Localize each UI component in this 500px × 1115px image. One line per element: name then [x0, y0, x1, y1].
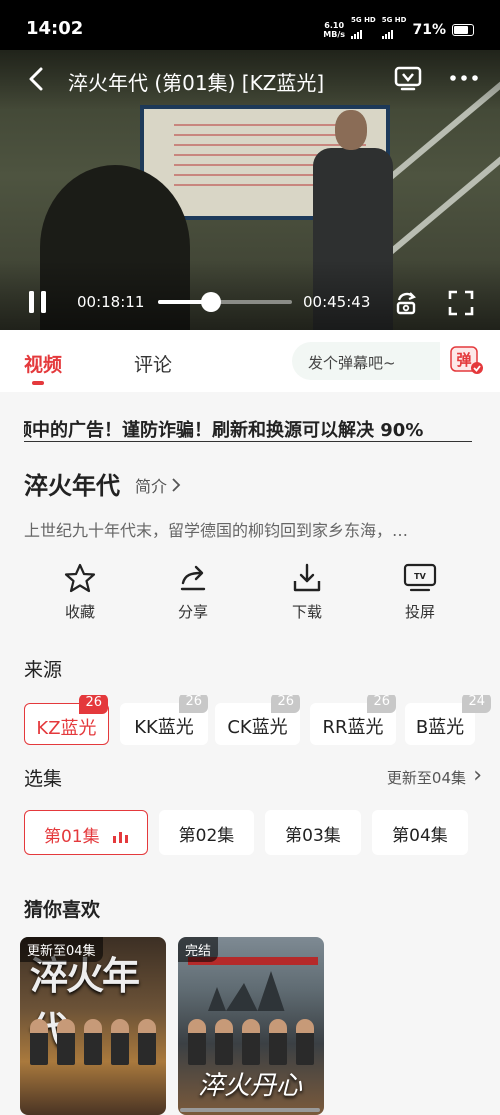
- sources-title: 来源: [24, 659, 63, 681]
- episode-count-badge: 24: [462, 695, 491, 713]
- status-badge: 更新至04集: [20, 937, 103, 962]
- duration: 00:45:43: [303, 293, 371, 311]
- synopsis: 上世纪九十年代末，留学德国的柳钧回到家乡东海，…: [24, 521, 409, 540]
- chevron-right-icon: [172, 478, 181, 492]
- signal-bars-icon: [381, 29, 393, 39]
- notice-text: 频中的广告！谨防诈骗！刷新和换源可以解决 90%: [24, 420, 424, 441]
- tab-bar: 视频 评论 发个弹幕吧~ 弹: [0, 330, 500, 392]
- recommend-card[interactable]: 淬火年代 更新至04集: [20, 937, 166, 1115]
- source-chip[interactable]: KZ蓝光 26: [24, 695, 109, 745]
- episodes-update-link[interactable]: 更新至04集: [387, 763, 482, 788]
- share-button[interactable]: 分享: [153, 563, 233, 622]
- episode-count-badge: 26: [79, 695, 108, 714]
- episode-button[interactable]: 第04集: [372, 810, 468, 855]
- star-icon: [64, 563, 96, 593]
- episode-list: 第01集 第02集 第03集 第04集: [24, 810, 500, 856]
- battery-percent: 71%: [412, 21, 446, 38]
- battery-icon: [452, 23, 474, 36]
- episode-button[interactable]: 第02集: [159, 810, 254, 855]
- intro-link[interactable]: 简介: [135, 473, 181, 497]
- download-button[interactable]: 下载: [267, 563, 347, 622]
- cast-button[interactable]: TV 投屏: [380, 563, 460, 622]
- clock: 14:02: [26, 18, 84, 39]
- signal-bars-icon: [351, 29, 363, 39]
- svg-text:TV: TV: [414, 572, 426, 581]
- home-indicator[interactable]: [180, 1108, 320, 1112]
- source-list: KZ蓝光 26 KK蓝光 26 CK蓝光 26 RR蓝光 26 B蓝光 24: [24, 695, 500, 745]
- danmu-toggle-icon[interactable]: 弹: [450, 346, 484, 376]
- svg-text:弹: 弹: [456, 351, 471, 369]
- status-icons: 6.10 MB/s 5G HD 5G HD 71%: [323, 16, 474, 43]
- recommend-title: 猜你喜欢: [24, 899, 101, 921]
- source-chip[interactable]: RR蓝光 26: [310, 695, 396, 745]
- tv-cast-icon[interactable]: [394, 65, 422, 91]
- fullscreen-icon[interactable]: [448, 290, 474, 316]
- notice-marquee: 频中的广告！谨防诈骗！刷新和换源可以解决 90%: [24, 412, 472, 442]
- seek-bar[interactable]: [158, 292, 292, 312]
- danmu-input[interactable]: 发个弹幕吧~: [292, 342, 440, 380]
- episode-count-badge: 26: [271, 695, 300, 713]
- active-tab-indicator: [32, 381, 44, 385]
- tab-comments[interactable]: 评论: [134, 350, 172, 377]
- pause-icon[interactable]: [26, 290, 50, 314]
- favorite-button[interactable]: 收藏: [40, 563, 120, 622]
- download-icon: [293, 563, 321, 592]
- rotate-screen-icon[interactable]: [393, 290, 419, 316]
- video-player[interactable]: 淬火年代 (第01集) [KZ蓝光] 00:18:11 00:45:43: [0, 50, 500, 330]
- action-row: 收藏 分享 下载 TV 投屏: [0, 563, 500, 633]
- current-time: 00:18:11: [77, 293, 145, 311]
- network-speed: 6.10 MB/s: [323, 20, 346, 39]
- danmu-placeholder: 发个弹幕吧~: [308, 354, 396, 372]
- episodes-title: 选集: [24, 768, 63, 790]
- tab-video[interactable]: 视频: [24, 350, 62, 377]
- status-badge: 完结: [178, 937, 219, 962]
- episode-button[interactable]: 第03集: [265, 810, 361, 855]
- episode-count-badge: 26: [179, 695, 208, 713]
- back-icon[interactable]: [22, 64, 52, 94]
- poster-cast: [184, 1009, 318, 1065]
- poster-title-art: 淬火丹心: [198, 1071, 303, 1101]
- tv-cast-icon: TV: [403, 563, 437, 592]
- source-chip[interactable]: KK蓝光 26: [120, 695, 208, 745]
- video-title: 淬火年代 (第01集) [KZ蓝光]: [68, 71, 325, 95]
- playing-equalizer-icon: [113, 831, 129, 843]
- poster-factory: [208, 971, 298, 1011]
- show-title: 淬火年代: [24, 472, 120, 500]
- more-icon[interactable]: [448, 66, 480, 90]
- recommend-list: 淬火年代 更新至04集 淬火丹心 完结: [20, 937, 500, 1115]
- share-icon: [180, 565, 206, 591]
- episode-count-badge: 26: [367, 695, 396, 713]
- recommend-card[interactable]: 淬火丹心 完结: [178, 937, 324, 1115]
- source-chip[interactable]: B蓝光 24: [405, 695, 491, 745]
- signal-1: 5G HD: [351, 16, 376, 43]
- signal-2: 5G HD: [381, 16, 406, 43]
- status-bar: 14:02 6.10 MB/s 5G HD 5G HD 71%: [0, 0, 500, 50]
- source-chip[interactable]: CK蓝光 26: [215, 695, 300, 745]
- episode-button[interactable]: 第01集: [24, 810, 148, 855]
- poster-cast: [26, 1009, 160, 1065]
